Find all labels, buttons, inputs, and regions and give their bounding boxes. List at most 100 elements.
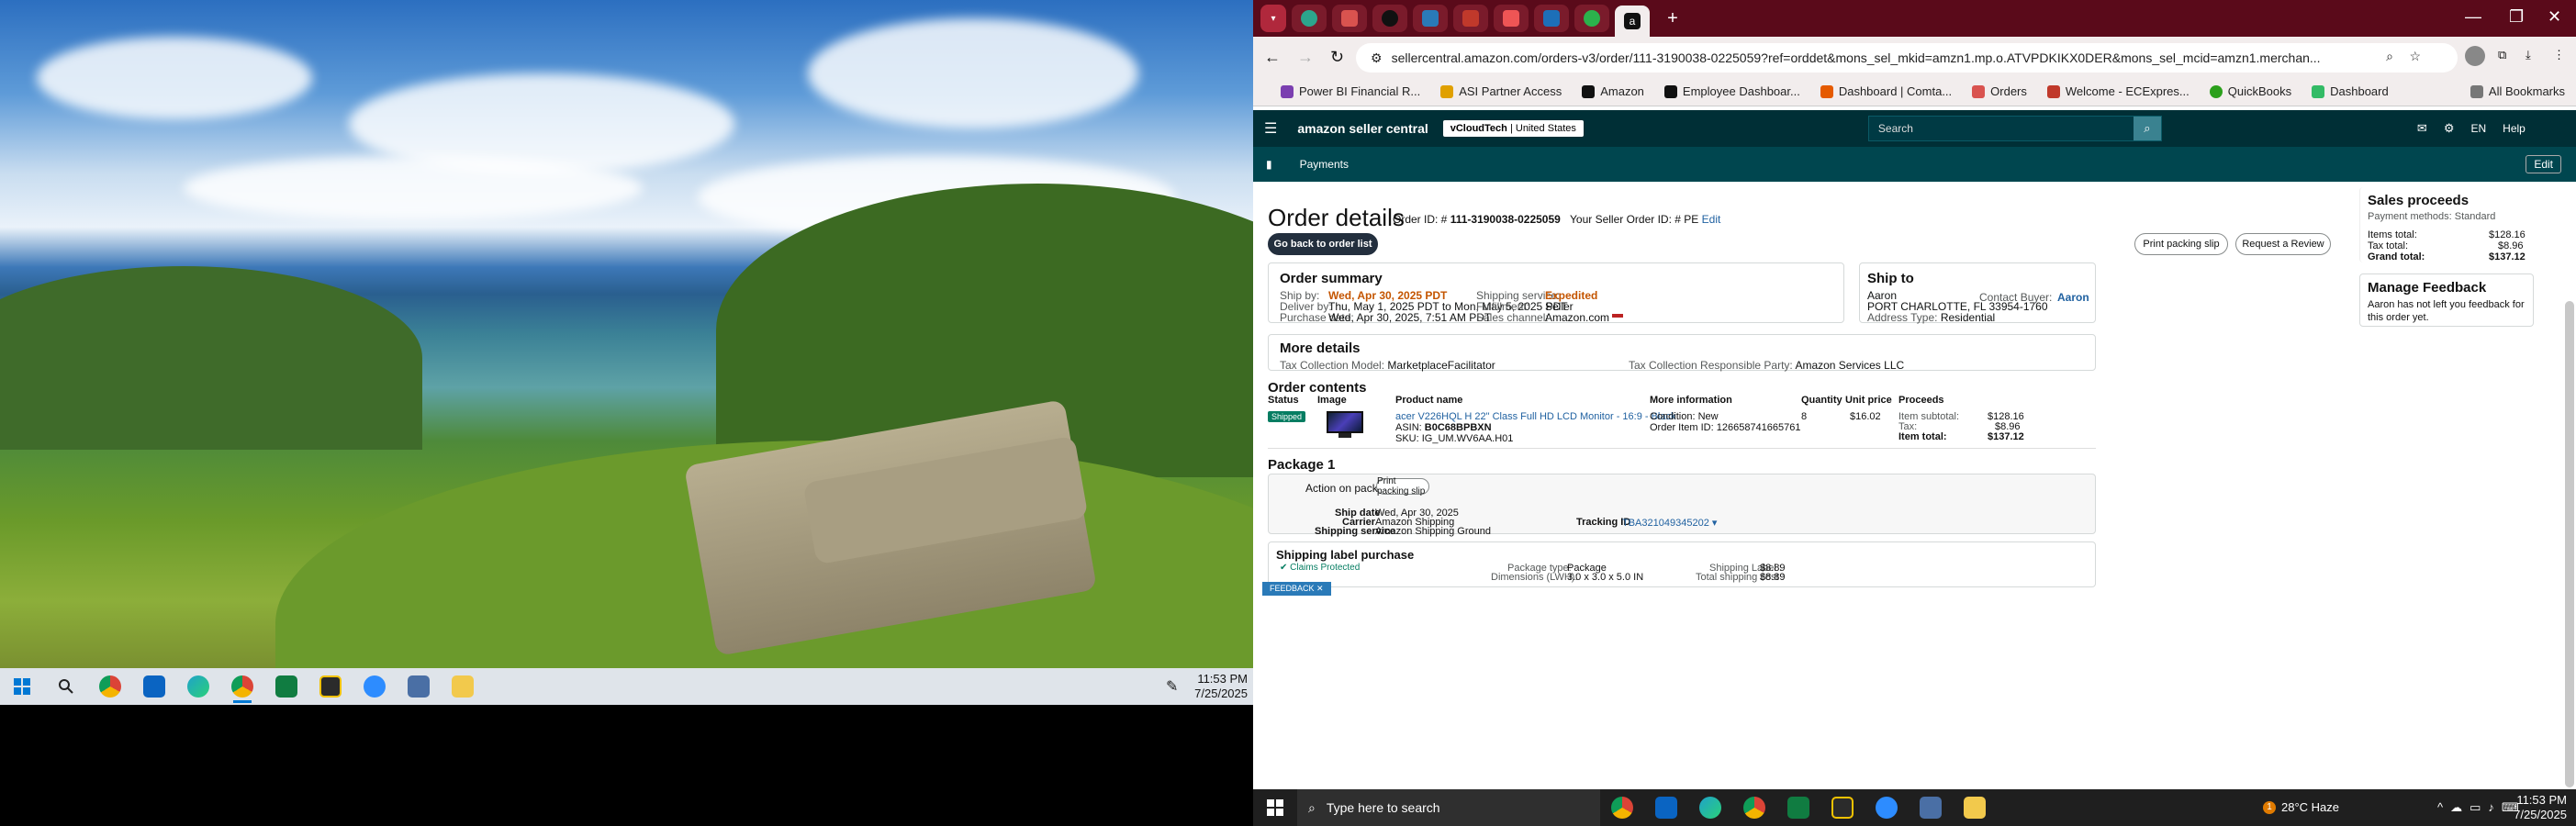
bookmark-4[interactable]: Dashboard | Comta... bbox=[1820, 84, 1952, 98]
weather-widget[interactable]: 1 28°C Haze bbox=[2263, 800, 2339, 814]
download-icon[interactable]: ⤓ bbox=[2526, 48, 2531, 62]
hamburger-icon[interactable]: ☰ bbox=[1264, 119, 1277, 138]
extensions-icon[interactable]: ⧉ bbox=[2498, 48, 2506, 62]
zoom-icon-2[interactable] bbox=[1865, 789, 1909, 826]
help-link[interactable]: Help bbox=[2503, 122, 2526, 135]
request-review-button[interactable]: Request a Review bbox=[2235, 233, 2331, 255]
tab-1[interactable] bbox=[1292, 5, 1327, 32]
address-bar[interactable]: ⚙ sellercentral.amazon.com/orders-v3/ord… bbox=[1356, 43, 2458, 73]
system-tray[interactable]: ^☁▭♪⌨ bbox=[2437, 800, 2526, 815]
account-switcher[interactable]: vCloudTech | United States bbox=[1442, 120, 1584, 137]
col-status: Status bbox=[1268, 395, 1299, 406]
tab-4[interactable] bbox=[1413, 5, 1448, 32]
print-packing-slip-button[interactable]: Print packing slip bbox=[2134, 233, 2228, 255]
bookmark-2[interactable]: Amazon bbox=[1582, 84, 1644, 98]
tab-7[interactable] bbox=[1534, 5, 1569, 32]
browser-menu-icon[interactable]: ⋮ bbox=[2553, 48, 2565, 62]
package-print-slip-button[interactable]: Print packing slip bbox=[1376, 476, 1429, 497]
tab-3[interactable] bbox=[1372, 5, 1407, 32]
taskbar-search[interactable]: ⌕ Type here to search bbox=[1297, 789, 1600, 826]
seller-search[interactable]: Search ⌕ bbox=[1867, 116, 2162, 141]
outlook-icon[interactable] bbox=[132, 668, 176, 705]
product-link[interactable]: acer V226HQL H 22" Class Full HD LCD Mon… bbox=[1395, 411, 1676, 422]
calculator-icon-2[interactable] bbox=[1909, 789, 1953, 826]
page-scrollbar[interactable] bbox=[2565, 301, 2574, 787]
outlook-icon-2[interactable] bbox=[1644, 789, 1688, 826]
zoom-icon[interactable] bbox=[353, 668, 397, 705]
file-explorer-icon[interactable] bbox=[441, 668, 485, 705]
excel-icon-2[interactable] bbox=[1776, 789, 1820, 826]
bookmark-3[interactable]: Employee Dashboar... bbox=[1663, 84, 1800, 98]
language-select[interactable]: EN bbox=[2470, 122, 2486, 135]
calculator-icon[interactable] bbox=[397, 668, 441, 705]
start-icon[interactable] bbox=[1253, 789, 1297, 826]
bookmark-7[interactable]: QuickBooks bbox=[2209, 84, 2291, 98]
windows-icon[interactable] bbox=[0, 668, 44, 705]
bookmark-pin-icon[interactable]: ▮ bbox=[1266, 158, 1272, 171]
tab-5[interactable] bbox=[1453, 5, 1488, 32]
site-info-icon[interactable]: ⚙ bbox=[1371, 50, 1383, 66]
right-clock[interactable]: 11:53 PM 7/25/2025 bbox=[2514, 793, 2567, 822]
item-total-label: Item total: bbox=[1898, 431, 1947, 442]
bookmark-1[interactable]: ASI Partner Access bbox=[1440, 84, 1562, 98]
page-title: Order details bbox=[1268, 204, 1405, 231]
seller-order-id: Your Seller Order ID: # PE Edit bbox=[1570, 213, 1721, 226]
back-icon[interactable]: ← bbox=[1264, 48, 1281, 67]
bookmark-8[interactable]: Dashboard bbox=[2312, 84, 2389, 98]
close-icon[interactable]: ✕ bbox=[2548, 7, 2561, 27]
forward-icon[interactable]: → bbox=[1297, 48, 1314, 67]
contact-buyer-link[interactable]: Aaron bbox=[2057, 291, 2089, 304]
all-bookmarks[interactable]: All Bookmarks bbox=[2470, 84, 2565, 98]
sticky-icon[interactable] bbox=[308, 668, 353, 705]
url-text[interactable]: sellercentral.amazon.com/orders-v3/order… bbox=[1392, 50, 2321, 65]
seller-logo[interactable]: amazon seller central bbox=[1297, 121, 1428, 136]
profile-icon[interactable] bbox=[2465, 46, 2485, 66]
edge-icon-2[interactable] bbox=[1688, 789, 1732, 826]
chrome-icon-2[interactable] bbox=[1600, 789, 1644, 826]
new-tab-button[interactable]: + bbox=[1655, 5, 1690, 32]
tab-2[interactable] bbox=[1332, 5, 1367, 32]
search-icon[interactable] bbox=[44, 668, 88, 705]
seller-order-edit-link[interactable]: Edit bbox=[1702, 213, 1721, 226]
tab-6[interactable] bbox=[1494, 5, 1529, 32]
product-image[interactable] bbox=[1327, 411, 1363, 439]
feedback-tab[interactable]: FEEDBACK ✕ bbox=[1262, 582, 1331, 596]
mail-icon[interactable]: ✉ bbox=[2417, 121, 2427, 136]
zoom-icon-omni[interactable]: ⌕ bbox=[2386, 49, 2393, 64]
minimize-icon[interactable]: — bbox=[2465, 7, 2481, 27]
grand-total-label: Grand total: bbox=[2368, 251, 2425, 262]
tab-8[interactable] bbox=[1574, 5, 1609, 32]
chrome-active-icon-2[interactable] bbox=[1732, 789, 1776, 826]
order-contents-title: Order contents bbox=[1268, 380, 1367, 396]
excel-icon[interactable] bbox=[264, 668, 308, 705]
bookmark-6[interactable]: Welcome - ECExpres... bbox=[2046, 84, 2190, 98]
file-explorer-icon-2[interactable] bbox=[1953, 789, 1997, 826]
tab-menu-chevron-icon[interactable]: ▾ bbox=[1260, 5, 1286, 32]
bookmark-0[interactable]: Power BI Financial R... bbox=[1281, 84, 1420, 98]
bookmark-5[interactable]: Orders bbox=[1972, 84, 2027, 98]
search-icon[interactable]: ⌕ bbox=[2133, 117, 2161, 140]
chrome-icon[interactable] bbox=[88, 668, 132, 705]
more-details-title: More details bbox=[1280, 340, 1361, 356]
grand-total-value: $137.12 bbox=[2489, 251, 2526, 262]
edge-icon[interactable] bbox=[176, 668, 220, 705]
bookmark-star-icon[interactable]: ☆ bbox=[2409, 49, 2421, 64]
back-to-orders-button[interactable]: Go back to order list bbox=[1268, 233, 1378, 255]
weather-text: 28°C Haze bbox=[2281, 800, 2340, 814]
pen-icon[interactable]: ✎ bbox=[1166, 677, 1178, 696]
summary-title: Order summary bbox=[1280, 271, 1383, 286]
tab-amazon[interactable]: a bbox=[1615, 6, 1650, 37]
contact-buyer-label: Contact Buyer: bbox=[1979, 291, 2053, 304]
ship-to-title: Ship to bbox=[1867, 271, 1914, 286]
chrome-active-icon[interactable] bbox=[220, 668, 264, 705]
sales-proceeds-card: Sales proceeds Payment methods: Standard… bbox=[2359, 187, 2534, 262]
tracking-link[interactable]: TBA321049345202 ▾ bbox=[1622, 517, 1717, 529]
subnav-payments[interactable]: Payments bbox=[1300, 158, 1349, 171]
subnav-edit[interactable]: Edit bbox=[2526, 155, 2561, 173]
asin: ASIN: B0C68BPBXN bbox=[1395, 422, 1492, 433]
restore-icon[interactable]: ❐ bbox=[2509, 7, 2524, 27]
settings-icon[interactable]: ⚙ bbox=[2444, 121, 2455, 136]
reload-icon[interactable]: ↻ bbox=[1330, 48, 1344, 67]
dimensions-label: Dimensions (LWH): bbox=[1491, 572, 1578, 583]
sticky-icon-2[interactable] bbox=[1820, 789, 1865, 826]
